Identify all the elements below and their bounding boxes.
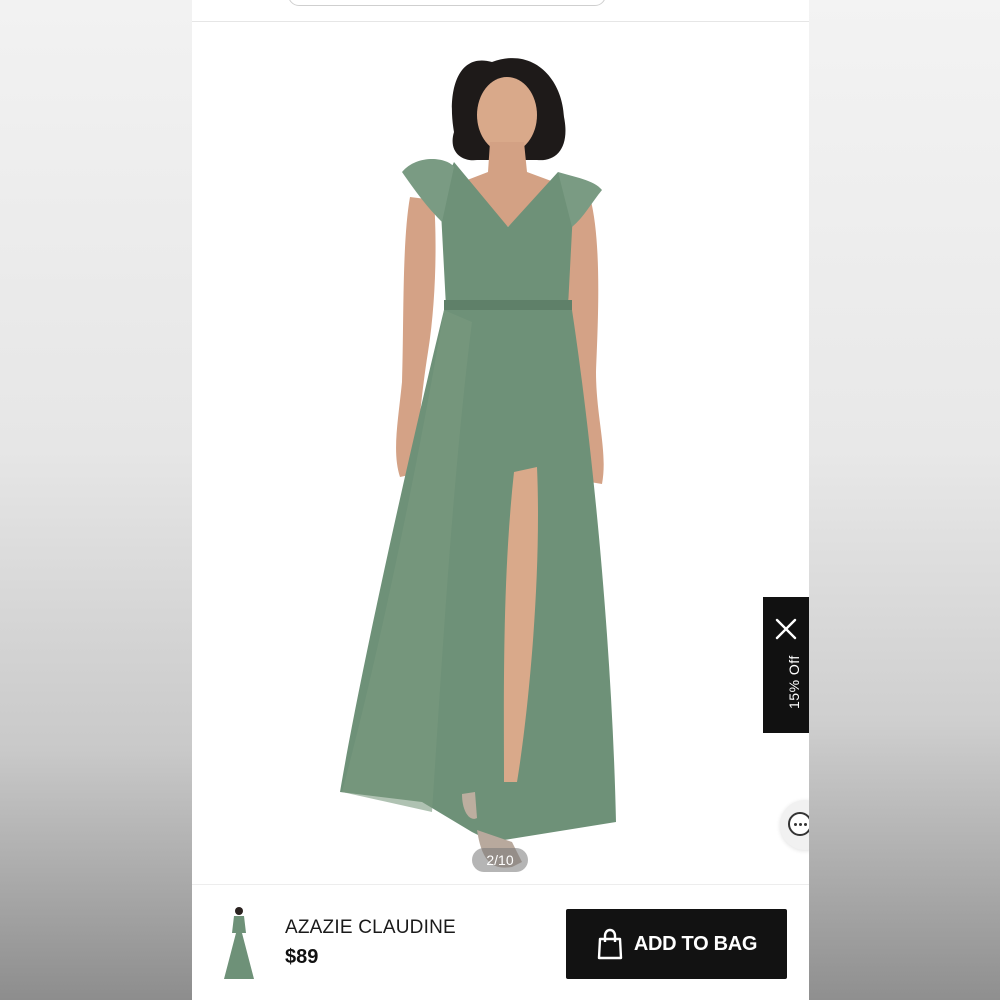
sticky-product-bar: AZAZIE CLAUDINE $89 ADD TO BAG — [192, 884, 809, 1000]
search-pill[interactable] — [288, 0, 606, 6]
chat-icon — [788, 812, 809, 836]
add-to-bag-label: ADD TO BAG — [633, 932, 758, 955]
close-icon[interactable] — [774, 617, 798, 641]
phone-screen: 2/10 15% Off AZAZIE CLAUDINE $89 ADD TO … — [192, 0, 809, 1000]
shopping-bag-icon — [597, 928, 623, 960]
product-photo — [340, 58, 616, 868]
product-name: AZAZIE CLAUDINE — [285, 917, 456, 938]
top-bar — [192, 0, 809, 22]
promo-discount-tab[interactable]: 15% Off — [763, 597, 809, 733]
promo-label: 15% Off — [786, 655, 802, 709]
blurred-backdrop-right — [809, 0, 1000, 1000]
product-image-carousel[interactable]: 2/10 — [192, 22, 809, 880]
image-counter: 2/10 — [472, 848, 528, 872]
product-thumbnail — [224, 907, 254, 979]
add-to-bag-button[interactable]: ADD TO BAG — [566, 909, 787, 979]
blurred-backdrop-left — [0, 0, 192, 1000]
product-price: $89 — [285, 946, 319, 968]
